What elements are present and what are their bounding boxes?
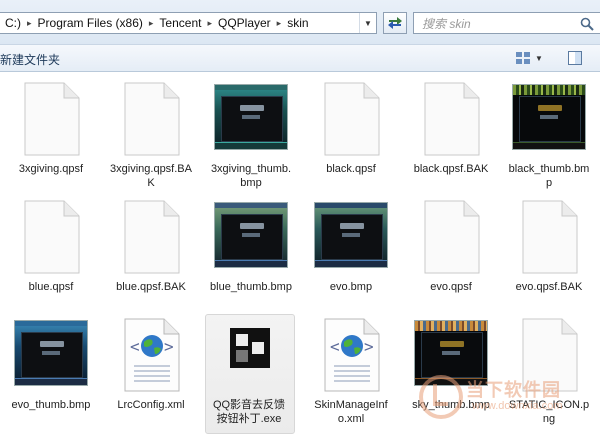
file-item[interactable]: 3xgiving.qpsf (8, 80, 94, 176)
file-item[interactable]: 3xgiving_thumb.bmp (208, 80, 294, 190)
file-name: SkinManageInfo.xml (314, 399, 388, 425)
blank-document-icon (324, 82, 380, 156)
search-icon[interactable] (580, 17, 594, 31)
breadcrumb-skin[interactable]: skin (287, 16, 308, 30)
bitmap-thumbnail-icon (214, 202, 288, 268)
file-item[interactable]: evo.qpsf (408, 198, 494, 294)
file-item[interactable]: < > SkinManageInfo.xml (308, 316, 394, 426)
new-folder-button[interactable]: 新建文件夹 (0, 51, 60, 68)
preview-pane-icon[interactable] (567, 50, 583, 66)
file-item[interactable]: black.qpsf (308, 80, 394, 176)
file-item[interactable]: 3xgiving.qpsf.BAK (108, 80, 194, 190)
breadcrumb-tencent[interactable]: Tencent (159, 16, 201, 30)
executable-icon (230, 328, 270, 368)
file-item[interactable]: black_thumb.bmp (506, 80, 592, 190)
breadcrumb-separator-icon[interactable]: ▸ (271, 18, 288, 29)
address-history-dropdown-icon[interactable]: ▼ (359, 13, 376, 33)
file-name: black.qpsf (326, 163, 376, 175)
blank-document-icon (424, 82, 480, 156)
change-view-button[interactable]: ▼ (515, 51, 543, 65)
file-item[interactable]: < > LrcConfig.xml (108, 316, 194, 412)
blank-document-icon (124, 82, 180, 156)
file-name: evo.qpsf (430, 281, 472, 293)
bitmap-thumbnail-icon (314, 202, 388, 268)
file-name: 3xgiving_thumb.bmp (210, 163, 292, 189)
file-name: evo.bmp (329, 281, 373, 293)
file-name: blue.qpsf.BAK (116, 281, 186, 293)
blank-document-icon (124, 200, 180, 274)
breadcrumb-drive[interactable]: C:) (0, 16, 21, 30)
file-name: blue.qpsf (28, 281, 74, 293)
file-name: QQ影音去反馈按钮补丁.exe (212, 399, 286, 425)
breadcrumb-qqplayer[interactable]: QQPlayer (218, 16, 271, 30)
file-name: LrcConfig.xml (117, 399, 185, 411)
watermark-logo-icon (419, 375, 463, 419)
svg-text:>: > (164, 337, 174, 356)
xml-file-icon: < > (324, 318, 380, 392)
breadcrumb-program-files[interactable]: Program Files (x86) (38, 16, 143, 30)
file-name: 3xgiving.qpsf (18, 163, 84, 175)
file-item[interactable]: blue.qpsf (8, 198, 94, 294)
svg-text:>: > (364, 337, 374, 356)
bitmap-thumbnail-icon (14, 320, 88, 386)
search-box[interactable] (413, 12, 600, 34)
file-name: black.qpsf.BAK (413, 163, 489, 175)
refresh-button[interactable] (383, 12, 407, 34)
view-options-icon (516, 52, 530, 64)
bitmap-thumbnail-icon (214, 84, 288, 150)
address-bar-area: C:) ▸ Program Files (x86) ▸ Tencent ▸ QQ… (0, 0, 600, 44)
file-name: evo_thumb.bmp (11, 399, 91, 411)
watermark-text: 当下软件园 (466, 380, 561, 400)
file-name: evo.qpsf.BAK (515, 281, 583, 293)
breadcrumb-separator-icon[interactable]: ▸ (201, 18, 218, 29)
svg-text:<: < (330, 337, 340, 356)
file-name: blue_thumb.bmp (210, 281, 292, 293)
file-item-selected[interactable]: QQ影音去反馈按钮补丁.exe (205, 314, 295, 434)
file-item[interactable]: evo.qpsf.BAK (506, 198, 592, 294)
refresh-icon (388, 17, 402, 29)
file-name: black_thumb.bmp (508, 163, 590, 189)
blank-document-icon (24, 200, 80, 274)
breadcrumb-separator-icon[interactable]: ▸ (143, 18, 160, 29)
xml-file-icon: < > (124, 318, 180, 392)
address-bar[interactable]: C:) ▸ Program Files (x86) ▸ Tencent ▸ QQ… (0, 12, 377, 34)
file-name: 3xgiving.qpsf.BAK (110, 163, 192, 189)
view-dropdown-icon[interactable]: ▼ (535, 54, 543, 63)
blank-document-icon (24, 82, 80, 156)
file-item[interactable]: blue_thumb.bmp (208, 198, 294, 294)
search-input[interactable] (420, 15, 574, 33)
file-item[interactable]: black.qpsf.BAK (408, 80, 494, 176)
bitmap-thumbnail-icon (512, 84, 586, 150)
svg-text:<: < (130, 337, 140, 356)
blank-document-icon (424, 200, 480, 274)
command-toolbar: 新建文件夹 ▼ (0, 44, 600, 72)
watermark-url: www.downxia.com (472, 400, 563, 412)
blank-document-icon (522, 200, 578, 274)
file-item[interactable]: blue.qpsf.BAK (108, 198, 194, 294)
file-item[interactable]: evo.bmp (308, 198, 394, 294)
site-watermark: 当下软件园 www.downxia.com (416, 372, 600, 422)
file-item[interactable]: evo_thumb.bmp (8, 316, 94, 412)
breadcrumb-separator-icon[interactable]: ▸ (21, 18, 38, 29)
